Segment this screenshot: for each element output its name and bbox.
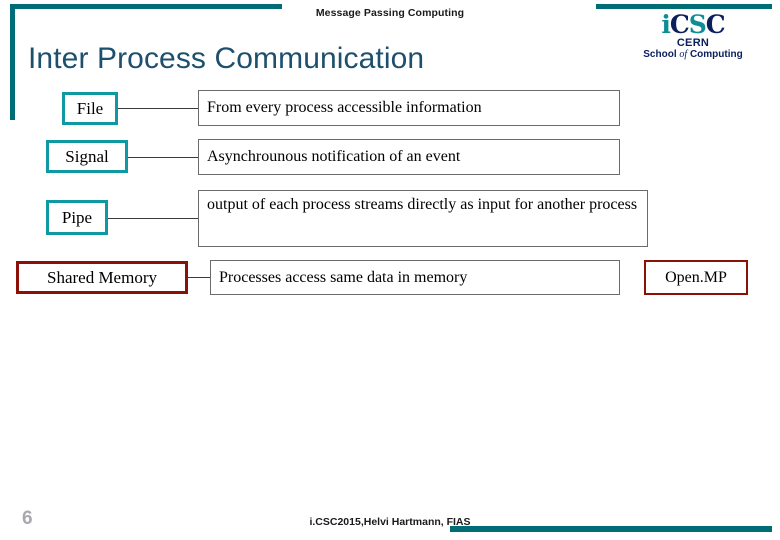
ipc-diagram: File From every process accessible infor… <box>0 0 780 540</box>
ipc-description-signal[interactable]: Asynchrounous notification of an event <box>198 139 620 175</box>
ipc-description-file-text: From every process accessible informatio… <box>207 99 482 116</box>
connector-file <box>118 108 200 109</box>
openmp-callout-text: Open.MP <box>665 268 727 286</box>
connector-signal <box>128 157 200 158</box>
connector-shared-memory <box>188 277 210 278</box>
ipc-description-pipe[interactable]: output of each process streams directly … <box>198 190 648 247</box>
ipc-label-shared-memory-text: Shared Memory <box>46 267 157 287</box>
ipc-description-shared-memory-text: Processes access same data in memory <box>219 268 468 286</box>
ipc-label-signal[interactable]: Signal <box>46 140 128 173</box>
openmp-callout[interactable]: Open.MP <box>644 260 748 295</box>
ipc-label-pipe-text: Pipe <box>61 207 93 227</box>
footer-attribution: i.CSC2015,Helvi Hartmann, FIAS <box>309 516 471 528</box>
ipc-label-shared-memory[interactable]: Shared Memory <box>16 261 188 294</box>
ipc-label-signal-text: Signal <box>65 146 109 166</box>
ipc-description-shared-memory[interactable]: Processes access same data in memory <box>210 260 620 295</box>
connector-pipe <box>108 218 200 219</box>
ipc-description-pipe-text: output of each process streams directly … <box>207 196 638 213</box>
ipc-description-signal-text: Asynchrounous notification of an event <box>207 148 461 165</box>
ipc-label-file-text: File <box>76 98 104 118</box>
ipc-label-file[interactable]: File <box>62 92 118 125</box>
ipc-description-file[interactable]: From every process accessible informatio… <box>198 90 620 126</box>
ipc-label-pipe[interactable]: Pipe <box>46 200 108 235</box>
